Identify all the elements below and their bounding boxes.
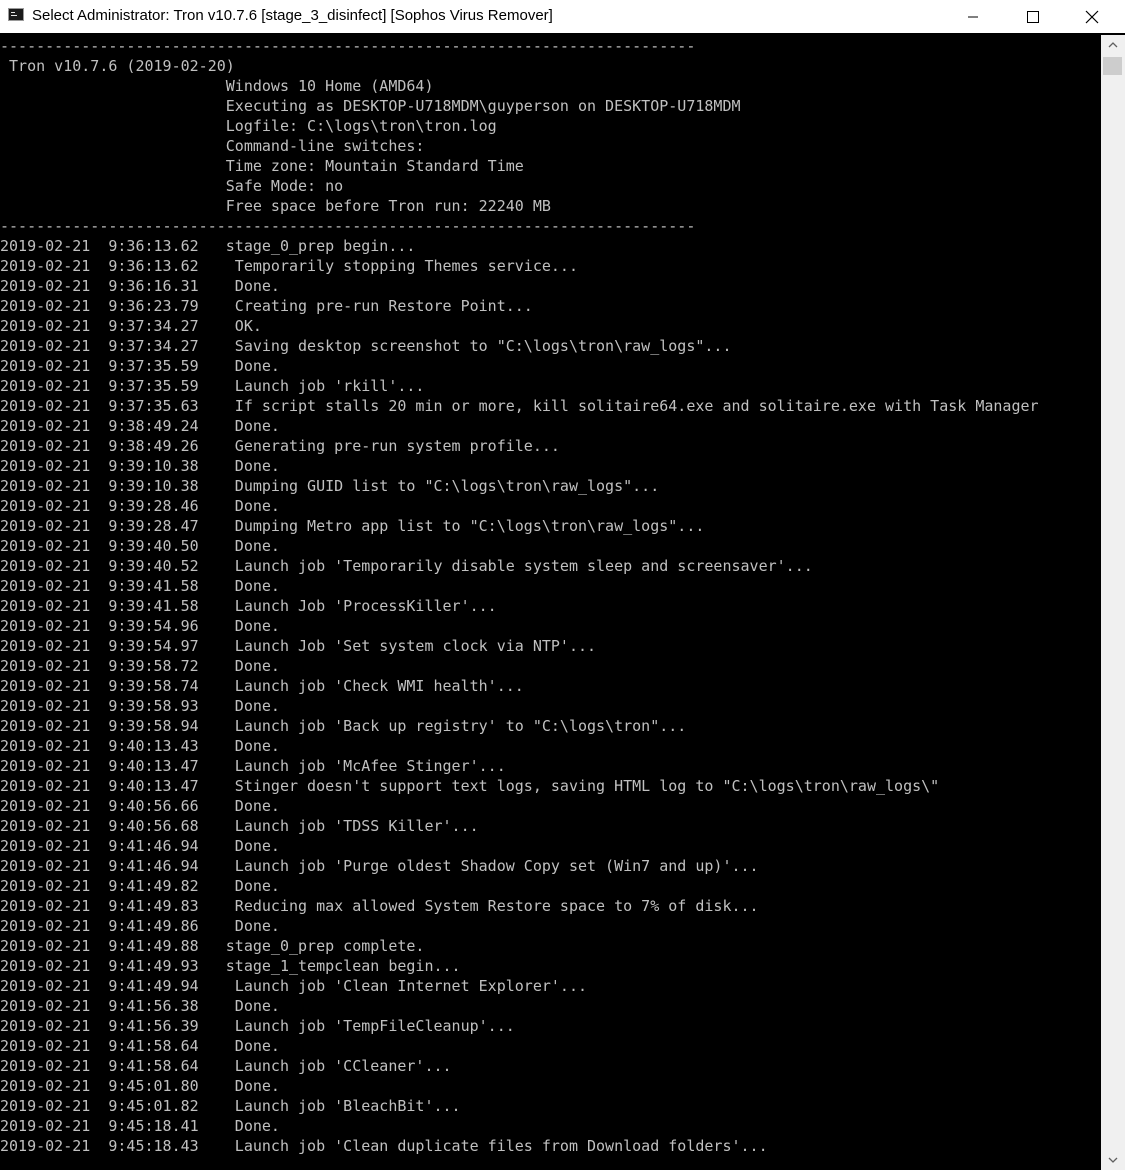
console-line: 2019-02-21 9:39:41.58 Done. <box>0 577 280 595</box>
console-line: 2019-02-21 9:41:56.39 Launch job 'TempFi… <box>0 1017 515 1035</box>
console-line: 2019-02-21 9:40:13.47 Stinger doesn't su… <box>0 777 940 795</box>
console-line: 2019-02-21 9:41:58.64 Launch job 'CClean… <box>0 1057 452 1075</box>
scrollbar-thumb[interactable] <box>1103 57 1122 75</box>
console-line: 2019-02-21 9:45:18.41 Done. <box>0 1117 280 1135</box>
console-line: Tron v10.7.6 (2019-02-20) <box>0 57 235 75</box>
console-output[interactable]: ----------------------------------------… <box>0 35 1101 1170</box>
console-line: 2019-02-21 9:41:49.82 Done. <box>0 877 280 895</box>
console-line: 2019-02-21 9:37:35.63 If script stalls 2… <box>0 397 1039 415</box>
console-line: 2019-02-21 9:40:56.68 Launch job 'TDSS K… <box>0 817 479 835</box>
console-line: 2019-02-21 9:40:13.43 Done. <box>0 737 280 755</box>
console-line: 2019-02-21 9:41:56.38 Done. <box>0 997 280 1015</box>
console-line: 2019-02-21 9:36:23.79 Creating pre-run R… <box>0 297 533 315</box>
console-line: Safe Mode: no <box>0 177 344 195</box>
console-line: 2019-02-21 9:40:13.47 Launch job 'McAfee… <box>0 757 506 775</box>
console-line: 2019-02-21 9:37:35.59 Launch job 'rkill'… <box>0 377 425 395</box>
title-bar[interactable]: Select Administrator: Tron v10.7.6 [stag… <box>0 0 1125 33</box>
console-line: 2019-02-21 9:39:58.94 Launch job 'Back u… <box>0 717 687 735</box>
console-line: 2019-02-21 9:41:49.93 stage_1_tempclean … <box>0 957 461 975</box>
console-line: Logfile: C:\logs\tron\tron.log <box>0 117 497 135</box>
console-line: Time zone: Mountain Standard Time <box>0 157 524 175</box>
console-line: 2019-02-21 9:36:13.62 Temporarily stoppi… <box>0 257 578 275</box>
console-line: 2019-02-21 9:41:46.94 Launch job 'Purge … <box>0 857 759 875</box>
console-line: ----------------------------------------… <box>0 37 696 55</box>
console-line: 2019-02-21 9:39:40.52 Launch job 'Tempor… <box>0 557 813 575</box>
console-line: 2019-02-21 9:39:54.96 Done. <box>0 617 280 635</box>
console-line: 2019-02-21 9:41:49.86 Done. <box>0 917 280 935</box>
console-line: Free space before Tron run: 22240 MB <box>0 197 551 215</box>
console-line: 2019-02-21 9:37:34.27 OK. <box>0 317 262 335</box>
console-line: 2019-02-21 9:41:46.94 Done. <box>0 837 280 855</box>
console-line: 2019-02-21 9:37:34.27 Saving desktop scr… <box>0 337 732 355</box>
console-line: 2019-02-21 9:39:41.58 Launch Job 'Proces… <box>0 597 497 615</box>
console-line: 2019-02-21 9:45:01.82 Launch job 'Bleach… <box>0 1097 461 1115</box>
console-line: 2019-02-21 9:41:49.94 Launch job 'Clean … <box>0 977 587 995</box>
console-line: 2019-02-21 9:41:49.88 stage_0_prep compl… <box>0 937 425 955</box>
minimize-icon <box>968 16 978 17</box>
scroll-up-button[interactable] <box>1101 35 1125 55</box>
console-line: 2019-02-21 9:45:01.80 Done. <box>0 1077 280 1095</box>
close-icon <box>1085 10 1099 23</box>
console-line: 2019-02-21 9:39:10.38 Dumping GUID list … <box>0 477 660 495</box>
scroll-down-arrow-icon <box>1108 1157 1118 1163</box>
console-line: 2019-02-21 9:36:16.31 Done. <box>0 277 280 295</box>
console-line: 2019-02-21 9:39:58.93 Done. <box>0 697 280 715</box>
console-line: Executing as DESKTOP-U718MDM\guyperson o… <box>0 97 741 115</box>
console-line: 2019-02-21 9:39:58.72 Done. <box>0 657 280 675</box>
minimize-button[interactable] <box>950 0 996 33</box>
console-line: 2019-02-21 9:45:18.43 Launch job 'Clean … <box>0 1137 768 1155</box>
window-title: Select Administrator: Tron v10.7.6 [stag… <box>32 7 553 24</box>
maximize-button[interactable] <box>1010 0 1056 33</box>
console-line: 2019-02-21 9:40:56.66 Done. <box>0 797 280 815</box>
scroll-down-button[interactable] <box>1101 1150 1125 1170</box>
console-line: Command-line switches: <box>0 137 425 155</box>
maximize-icon <box>1027 10 1039 23</box>
console-line: 2019-02-21 9:39:28.47 Dumping Metro app … <box>0 517 705 535</box>
console-window: Select Administrator: Tron v10.7.6 [stag… <box>0 0 1125 1170</box>
console-line: ----------------------------------------… <box>0 217 696 235</box>
console-line: 2019-02-21 9:37:35.59 Done. <box>0 357 280 375</box>
close-button[interactable] <box>1069 0 1115 33</box>
console-line: Windows 10 Home (AMD64) <box>0 77 434 95</box>
console-line: 2019-02-21 9:39:58.74 Launch job 'Check … <box>0 677 524 695</box>
console-line: 2019-02-21 9:39:28.46 Done. <box>0 497 280 515</box>
console-line: 2019-02-21 9:41:58.64 Done. <box>0 1037 280 1055</box>
scroll-up-arrow-icon <box>1108 42 1118 48</box>
console-line: 2019-02-21 9:41:49.83 Reducing max allow… <box>0 897 759 915</box>
console-line: 2019-02-21 9:39:40.50 Done. <box>0 537 280 555</box>
console-line: 2019-02-21 9:36:13.62 stage_0_prep begin… <box>0 237 416 255</box>
console-line: 2019-02-21 9:38:49.24 Done. <box>0 417 280 435</box>
console-line: 2019-02-21 9:39:54.97 Launch Job 'Set sy… <box>0 637 597 655</box>
console-icon[interactable] <box>8 8 24 21</box>
console-line: 2019-02-21 9:39:10.38 Done. <box>0 457 280 475</box>
vertical-scrollbar[interactable] <box>1101 35 1125 1170</box>
console-line: 2019-02-21 9:38:49.26 Generating pre-run… <box>0 437 560 455</box>
